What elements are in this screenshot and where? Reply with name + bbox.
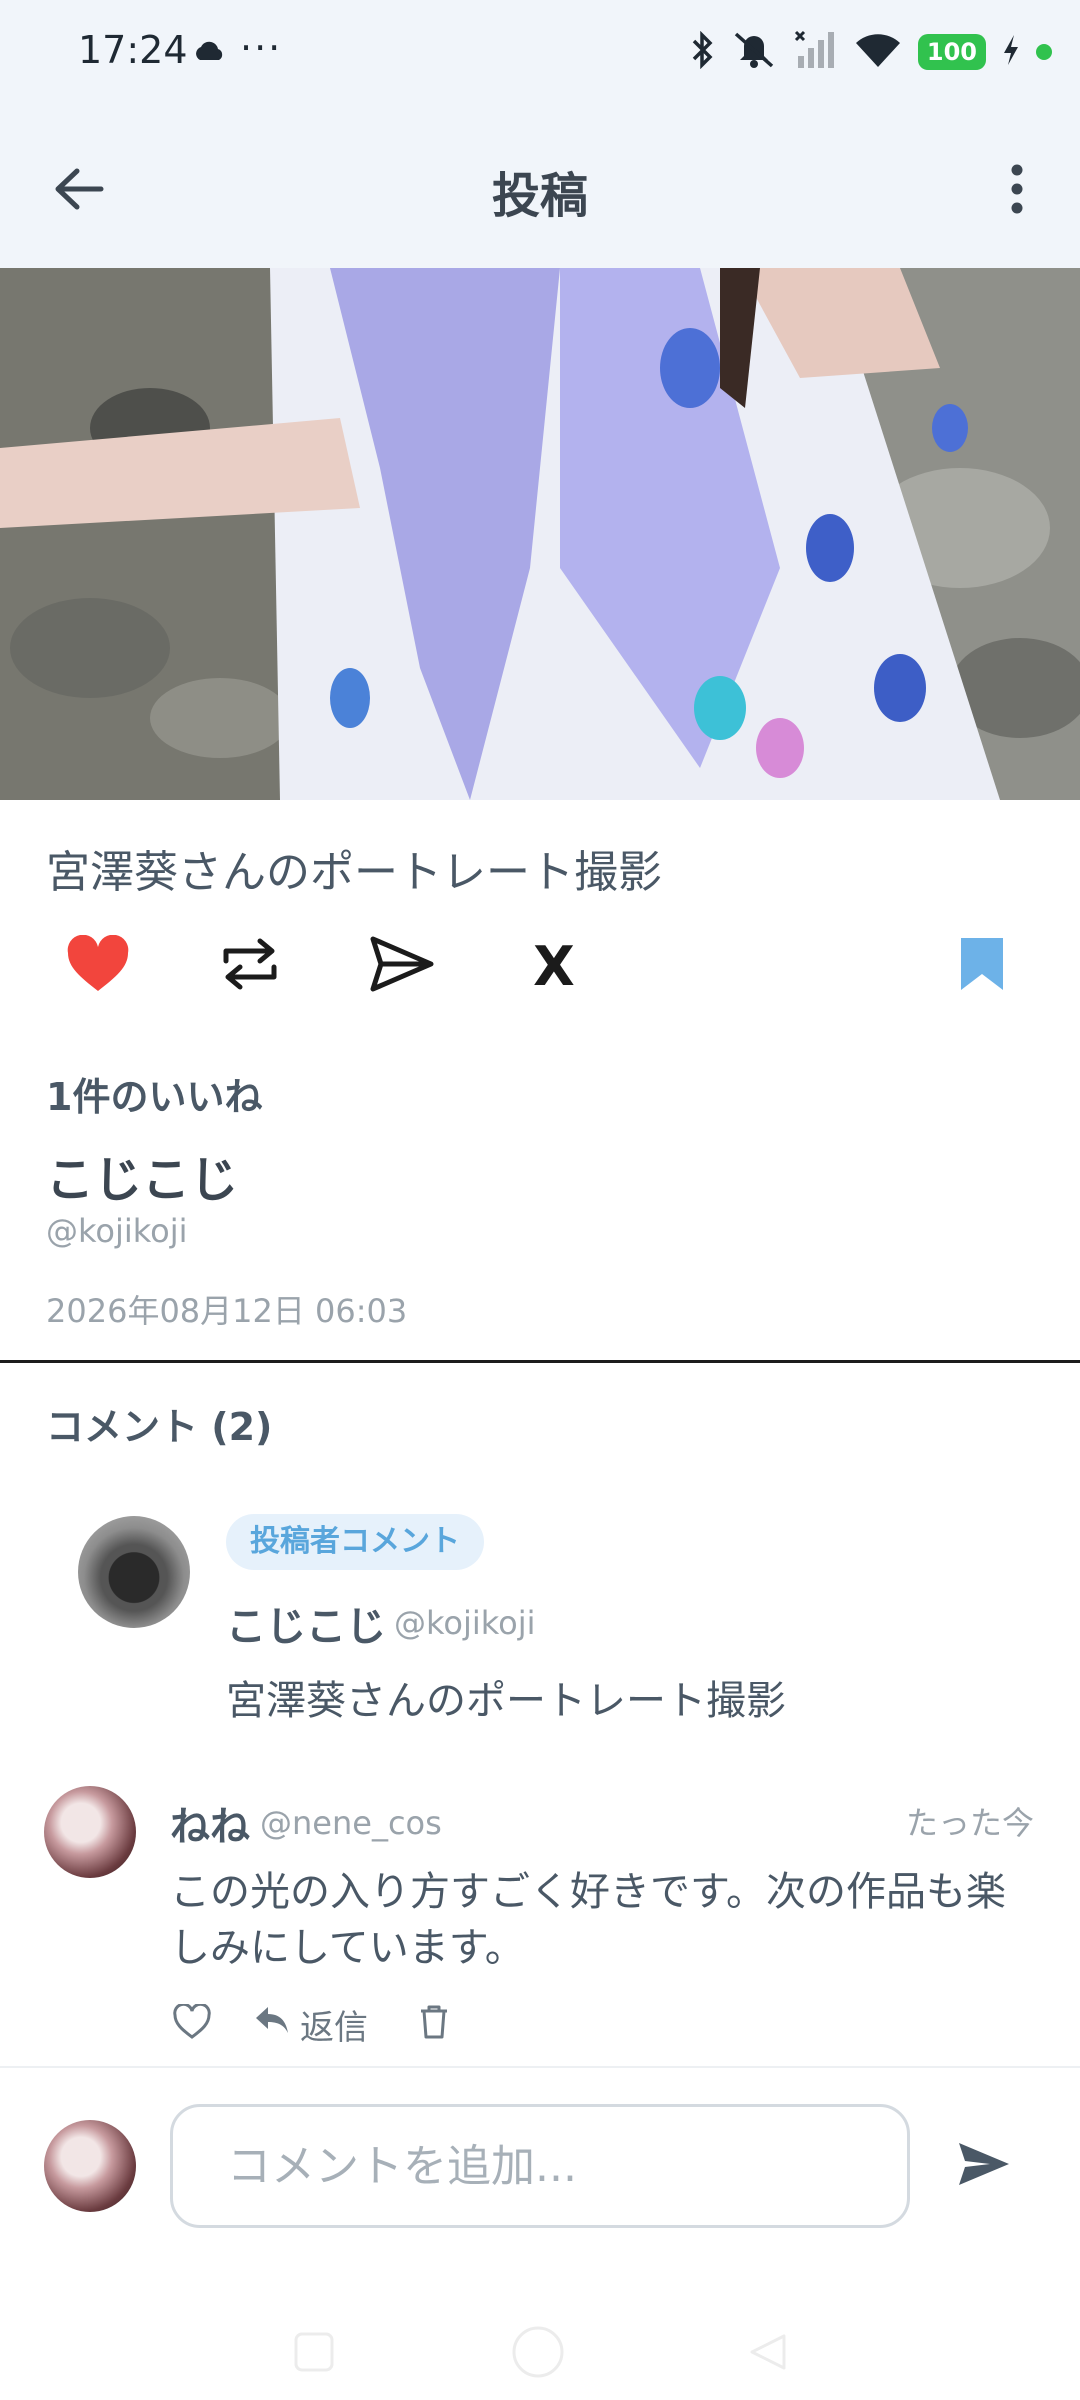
- avatar[interactable]: [78, 1516, 190, 1628]
- comment-author-handle: @nene_cos: [260, 1804, 442, 1842]
- bluetooth-icon: [690, 30, 716, 73]
- send-icon: [956, 2140, 1012, 2192]
- home-button[interactable]: [508, 2324, 568, 2384]
- share-button[interactable]: [356, 920, 448, 1012]
- status-icons: 100: [690, 28, 1052, 76]
- charging-icon: [1002, 33, 1020, 71]
- post-date: 2026年08月12日 06:03: [46, 1292, 408, 1330]
- more-options-button[interactable]: [982, 156, 1052, 226]
- comment-author-handle: @kojikoji: [394, 1604, 536, 1642]
- battery-icon: 100: [917, 34, 986, 70]
- comment-timestamp: たった今: [905, 1804, 1034, 1842]
- reply-icon: [254, 2004, 290, 2044]
- comment-actions: 返信: [170, 2000, 456, 2048]
- comment-input[interactable]: [170, 2104, 910, 2228]
- wifi-icon: [854, 31, 902, 73]
- post-image[interactable]: [0, 268, 1080, 800]
- square-icon: [292, 2330, 336, 2378]
- back-nav-button[interactable]: [738, 2324, 798, 2384]
- app-bar: 投稿: [0, 104, 1080, 268]
- recent-apps-button[interactable]: [284, 2324, 344, 2384]
- triangle-back-icon: [746, 2330, 790, 2378]
- send-icon: [369, 935, 435, 997]
- send-comment-button[interactable]: [948, 2130, 1020, 2202]
- cloud-icon: [192, 40, 226, 66]
- section-divider: [0, 1360, 1080, 1363]
- author-name[interactable]: こじこじ: [46, 1140, 238, 1210]
- circle-icon: [508, 2322, 568, 2386]
- status-more-dots: ···: [240, 26, 283, 70]
- more-vertical-icon: [1010, 164, 1024, 218]
- status-bar: 17:24 ··· 100: [0, 0, 1080, 104]
- bookmark-icon: [959, 936, 1005, 996]
- heart-outline-icon: [172, 2002, 212, 2044]
- comment-text: 宮澤葵さんのポートレート撮影: [226, 1678, 786, 1724]
- signal-icon: [794, 30, 838, 74]
- avatar: [44, 2120, 136, 2212]
- comment-text: この光の入り方すごく好きです。次の作品も楽しみにしています。: [170, 1869, 1006, 1971]
- avatar[interactable]: [44, 1786, 136, 1878]
- reply-button[interactable]: 返信: [254, 2000, 368, 2049]
- author-handle[interactable]: @kojikoji: [46, 1212, 188, 1250]
- like-button[interactable]: [52, 920, 144, 1012]
- mute-icon: [732, 30, 778, 74]
- repost-icon: [220, 935, 280, 997]
- comments-header: コメント (2): [46, 1405, 273, 1449]
- post-actions: X: [0, 920, 1080, 1012]
- comment-author-name[interactable]: こじこじ: [226, 1594, 386, 1652]
- reply-label: 返信: [300, 2007, 368, 2048]
- trash-icon: [419, 2004, 449, 2044]
- comment-like-button[interactable]: [170, 2002, 214, 2046]
- share-to-x-button[interactable]: X: [508, 920, 600, 1012]
- post-title: 宮澤葵さんのポートレート撮影: [46, 847, 662, 898]
- input-divider: [0, 2066, 1080, 2068]
- owner-comment-badge: 投稿者コメント: [226, 1514, 484, 1570]
- comment-author-name[interactable]: ねね: [170, 1794, 250, 1852]
- heart-filled-icon: [66, 934, 130, 997]
- likes-count[interactable]: 1件のいいね: [46, 1066, 262, 1121]
- delete-comment-button[interactable]: [412, 2002, 456, 2046]
- privacy-indicator-dot: [1036, 44, 1052, 60]
- bookmark-button[interactable]: [936, 920, 1028, 1012]
- status-time: 17:24: [78, 28, 188, 72]
- repost-button[interactable]: [204, 920, 296, 1012]
- system-navigation-bar: [0, 2300, 1080, 2400]
- page-title: 投稿: [491, 168, 588, 224]
